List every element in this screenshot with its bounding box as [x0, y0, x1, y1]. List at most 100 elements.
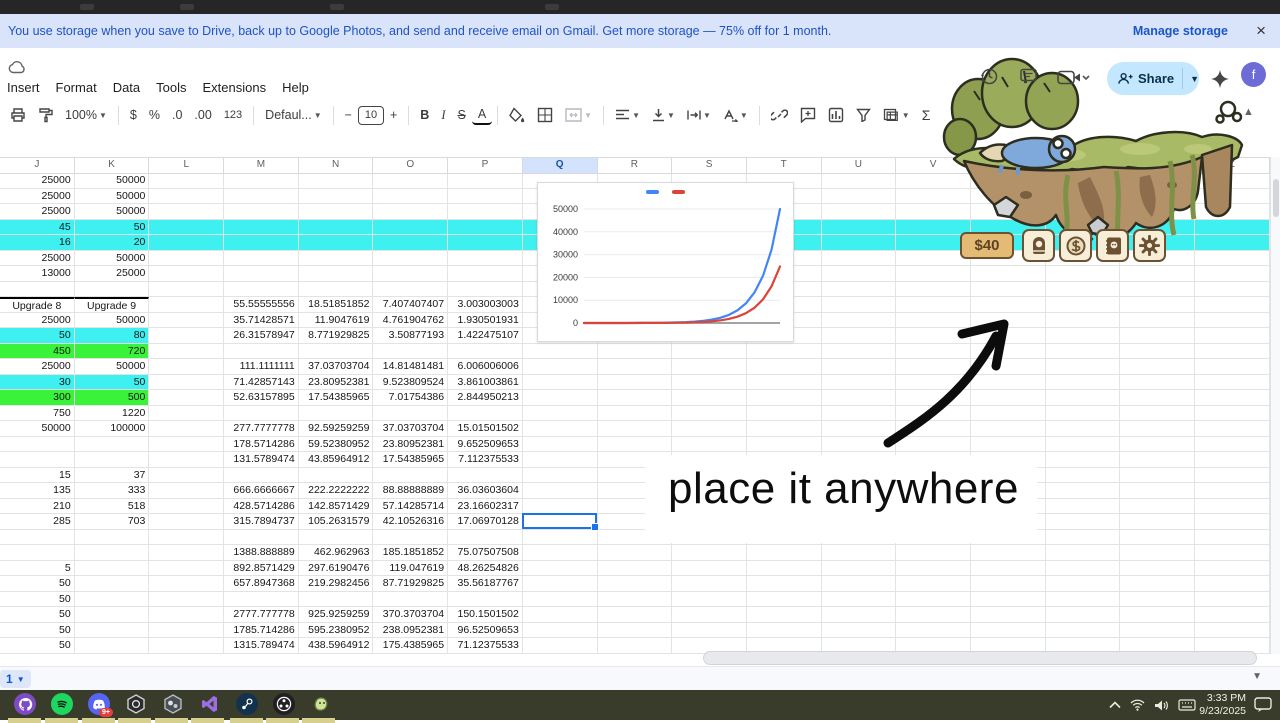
cell-Z-1[interactable]	[1195, 173, 1270, 189]
insert-link-icon[interactable]	[765, 104, 794, 127]
cell-Q-31[interactable]	[523, 638, 598, 654]
cell-Z-16[interactable]	[1195, 406, 1270, 422]
wifi-icon[interactable]	[1130, 699, 1145, 711]
cell-T-30[interactable]	[747, 623, 822, 639]
cell-Y-20[interactable]	[1120, 468, 1195, 484]
cell-K-7[interactable]: 25000	[75, 266, 150, 282]
cell-L-30[interactable]	[149, 623, 224, 639]
cell-N-31[interactable]: 438.5964912	[299, 638, 374, 654]
column-header-R[interactable]: R	[598, 158, 673, 173]
cell-L-21[interactable]	[149, 483, 224, 499]
cell-J-9[interactable]: Upgrade 8	[0, 297, 75, 313]
cell-X-24[interactable]	[1046, 530, 1121, 546]
cell-Q-19[interactable]	[523, 452, 598, 468]
cell-P-7[interactable]	[448, 266, 523, 282]
cell-S-18[interactable]	[672, 437, 747, 453]
cell-K-1[interactable]: 50000	[75, 173, 150, 189]
cell-Q-27[interactable]	[523, 576, 598, 592]
cell-X-11[interactable]	[1046, 328, 1121, 344]
cell-U-8[interactable]	[822, 282, 897, 298]
cell-W-8[interactable]	[971, 282, 1046, 298]
volume-icon[interactable]	[1154, 699, 1169, 712]
cell-Z-13[interactable]	[1195, 359, 1270, 375]
cell-L-14[interactable]	[149, 375, 224, 391]
cell-Y-15[interactable]	[1120, 390, 1195, 406]
account-avatar[interactable]: f	[1241, 62, 1266, 87]
cell-T-17[interactable]	[747, 421, 822, 437]
cell-S-13[interactable]	[672, 359, 747, 375]
discord-icon[interactable]: 9+	[88, 693, 110, 715]
cell-S-14[interactable]	[672, 375, 747, 391]
column-header-T[interactable]: T	[747, 158, 822, 173]
cell-J-5[interactable]: 16	[0, 235, 75, 251]
cell-X-27[interactable]	[1046, 576, 1121, 592]
cell-J-6[interactable]: 25000	[0, 251, 75, 267]
cell-L-17[interactable]	[149, 421, 224, 437]
cell-Q-15[interactable]	[523, 390, 598, 406]
cell-W-30[interactable]	[971, 623, 1046, 639]
cell-W-1[interactable]	[971, 173, 1046, 189]
cell-P-6[interactable]	[448, 251, 523, 267]
cell-Y-30[interactable]	[1120, 623, 1195, 639]
cell-Z-4[interactable]	[1195, 220, 1270, 236]
cell-P-20[interactable]	[448, 468, 523, 484]
cell-O-18[interactable]: 23.80952381	[373, 437, 448, 453]
cell-O-8[interactable]	[373, 282, 448, 298]
cell-Y-21[interactable]	[1120, 483, 1195, 499]
menu-item-format[interactable]: Format	[49, 77, 104, 99]
cell-N-2[interactable]	[299, 189, 374, 205]
cell-L-5[interactable]	[149, 235, 224, 251]
cell-K-21[interactable]: 333	[75, 483, 150, 499]
cell-T-15[interactable]	[747, 390, 822, 406]
cell-O-11[interactable]: 3.50877193	[373, 328, 448, 344]
cell-N-25[interactable]: 462.962963	[299, 545, 374, 561]
cell-S-25[interactable]	[672, 545, 747, 561]
cell-T-13[interactable]	[747, 359, 822, 375]
cell-M-2[interactable]	[224, 189, 299, 205]
cell-X-23[interactable]	[1046, 514, 1121, 530]
cell-K-29[interactable]	[75, 607, 150, 623]
cell-J-28[interactable]: 50	[0, 592, 75, 608]
cell-Y-7[interactable]	[1120, 266, 1195, 282]
cell-Q-30[interactable]	[523, 623, 598, 639]
cell-K-4[interactable]: 50	[75, 220, 150, 236]
vertical-align-icon[interactable]: ▼	[646, 105, 681, 125]
cell-W-3[interactable]	[971, 204, 1046, 220]
close-banner-icon[interactable]: ×	[1256, 21, 1266, 41]
cell-Z-18[interactable]	[1195, 437, 1270, 453]
cell-O-31[interactable]: 175.4385965	[373, 638, 448, 654]
menu-item-data[interactable]: Data	[106, 77, 147, 99]
cell-J-7[interactable]: 13000	[0, 266, 75, 282]
cell-M-9[interactable]: 55.55555556	[224, 297, 299, 313]
cell-L-15[interactable]	[149, 390, 224, 406]
cell-M-13[interactable]: 111.1111111	[224, 359, 299, 375]
cell-Y-24[interactable]	[1120, 530, 1195, 546]
cell-O-28[interactable]	[373, 592, 448, 608]
cell-N-1[interactable]	[299, 173, 374, 189]
cell-J-24[interactable]	[0, 530, 75, 546]
cell-L-18[interactable]	[149, 437, 224, 453]
share-dropdown-icon[interactable]: ▼	[1190, 74, 1199, 84]
borders-icon[interactable]	[531, 104, 559, 126]
cell-Z-26[interactable]	[1195, 561, 1270, 577]
cell-U-25[interactable]	[822, 545, 897, 561]
cell-P-19[interactable]: 7.112375533	[448, 452, 523, 468]
cell-O-9[interactable]: 7.407407407	[373, 297, 448, 313]
cell-P-2[interactable]	[448, 189, 523, 205]
cell-N-13[interactable]: 37.03703704	[299, 359, 374, 375]
selected-cell-outline[interactable]	[522, 513, 597, 529]
column-header-Z[interactable]: Z	[1195, 158, 1270, 173]
cell-Z-9[interactable]	[1195, 297, 1270, 313]
insert-comment-icon[interactable]	[794, 104, 822, 126]
cell-Q-26[interactable]	[523, 561, 598, 577]
cell-M-24[interactable]	[224, 530, 299, 546]
cell-R-16[interactable]	[598, 406, 673, 422]
cell-Y-23[interactable]	[1120, 514, 1195, 530]
text-rotation-icon[interactable]: ▼	[717, 106, 754, 125]
cell-N-26[interactable]: 297.6190476	[299, 561, 374, 577]
cell-Y-29[interactable]	[1120, 607, 1195, 623]
cell-L-8[interactable]	[149, 282, 224, 298]
cell-Q-16[interactable]	[523, 406, 598, 422]
column-header-W[interactable]: W	[971, 158, 1046, 173]
cell-N-14[interactable]: 23.80952381	[299, 375, 374, 391]
